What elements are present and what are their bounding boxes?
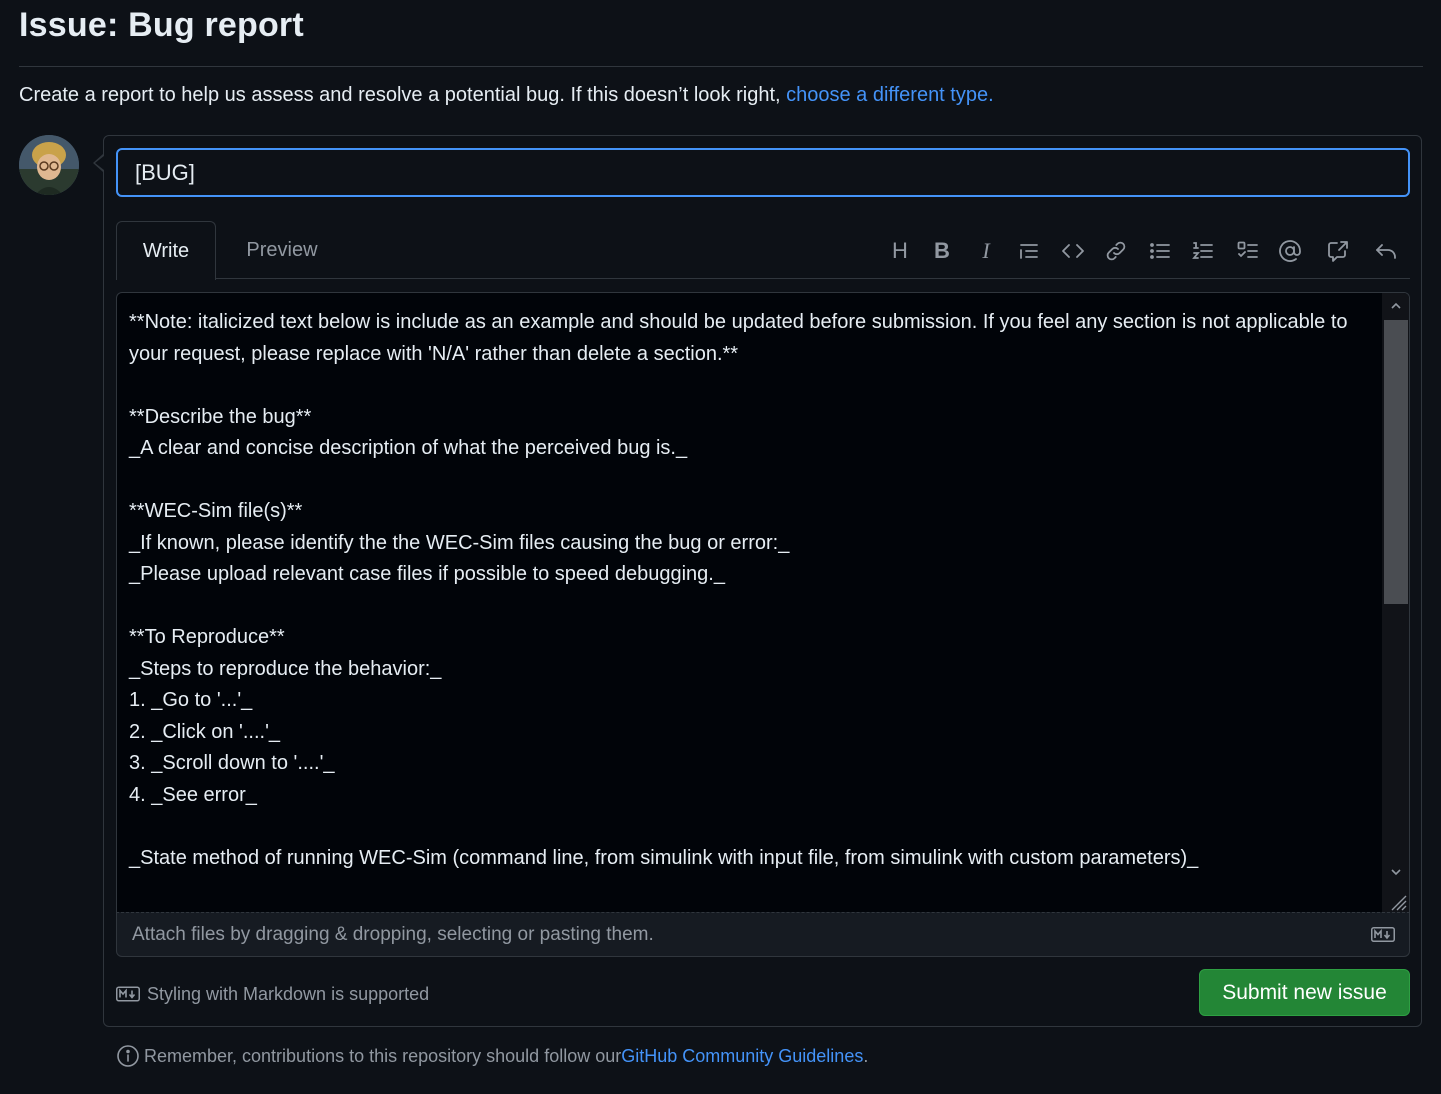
task-list-icon[interactable]: [1233, 236, 1263, 266]
submit-new-issue-button[interactable]: Submit new issue: [1199, 969, 1410, 1016]
markdown-icon: [116, 986, 140, 1002]
attach-files-label: Attach files by dragging & dropping, sel…: [132, 923, 654, 945]
intro-text: Create a report to help us assess and re…: [19, 84, 994, 107]
editor-scrollbar[interactable]: [1382, 293, 1409, 912]
link-icon[interactable]: [1101, 236, 1131, 266]
info-icon: [117, 1045, 139, 1067]
markdown-supported-note[interactable]: Styling with Markdown is supported: [116, 980, 429, 1008]
bold-icon[interactable]: B: [927, 236, 957, 266]
scroll-up-icon[interactable]: [1389, 299, 1403, 313]
unordered-list-icon[interactable]: [1145, 236, 1175, 266]
issue-body-text[interactable]: **Note: italicized text below is include…: [129, 307, 1379, 874]
markdown-icon: [1371, 927, 1395, 942]
quote-icon[interactable]: [1014, 236, 1044, 266]
undo-icon[interactable]: [1371, 236, 1401, 266]
code-icon[interactable]: [1058, 236, 1088, 266]
comment-box-caret-inner: [95, 156, 104, 170]
avatar[interactable]: [19, 135, 79, 195]
bold-glyph: B: [934, 238, 950, 263]
choose-different-type-link[interactable]: choose a different type.: [786, 84, 994, 106]
community-guidelines-note: Remember, contributions to this reposito…: [116, 1042, 868, 1070]
resize-grip-icon[interactable]: [1387, 891, 1407, 911]
scrollbar-thumb[interactable]: [1384, 320, 1408, 604]
tab-preview[interactable]: Preview: [231, 221, 333, 280]
heading-glyph: H: [892, 238, 908, 263]
issue-title-input[interactable]: [116, 148, 1410, 197]
issue-body-textarea[interactable]: **Note: italicized text below is include…: [116, 292, 1410, 912]
title-divider: [19, 66, 1423, 67]
community-guidelines-link[interactable]: GitHub Community Guidelines: [621, 1046, 863, 1067]
ordered-list-icon[interactable]: [1188, 236, 1218, 266]
page: Issue: Bug report Create a report to hel…: [0, 0, 1441, 1094]
tab-write[interactable]: Write: [116, 221, 216, 280]
page-title: Issue: Bug report: [19, 6, 304, 44]
mention-icon[interactable]: [1275, 236, 1305, 266]
scroll-down-icon[interactable]: [1389, 865, 1403, 879]
avatar-image: [19, 135, 79, 195]
italic-glyph: I: [982, 238, 990, 263]
markdown-supported-label: Styling with Markdown is supported: [147, 983, 430, 1004]
italic-icon[interactable]: I: [971, 236, 1001, 266]
intro-label: Create a report to help us assess and re…: [19, 84, 787, 106]
guidelines-text: Remember, contributions to this reposito…: [144, 1045, 622, 1066]
cross-reference-icon[interactable]: [1323, 236, 1353, 266]
guidelines-suffix: .: [863, 1045, 869, 1066]
attach-files-bar[interactable]: Attach files by dragging & dropping, sel…: [116, 912, 1410, 957]
heading-icon[interactable]: H: [885, 236, 915, 266]
